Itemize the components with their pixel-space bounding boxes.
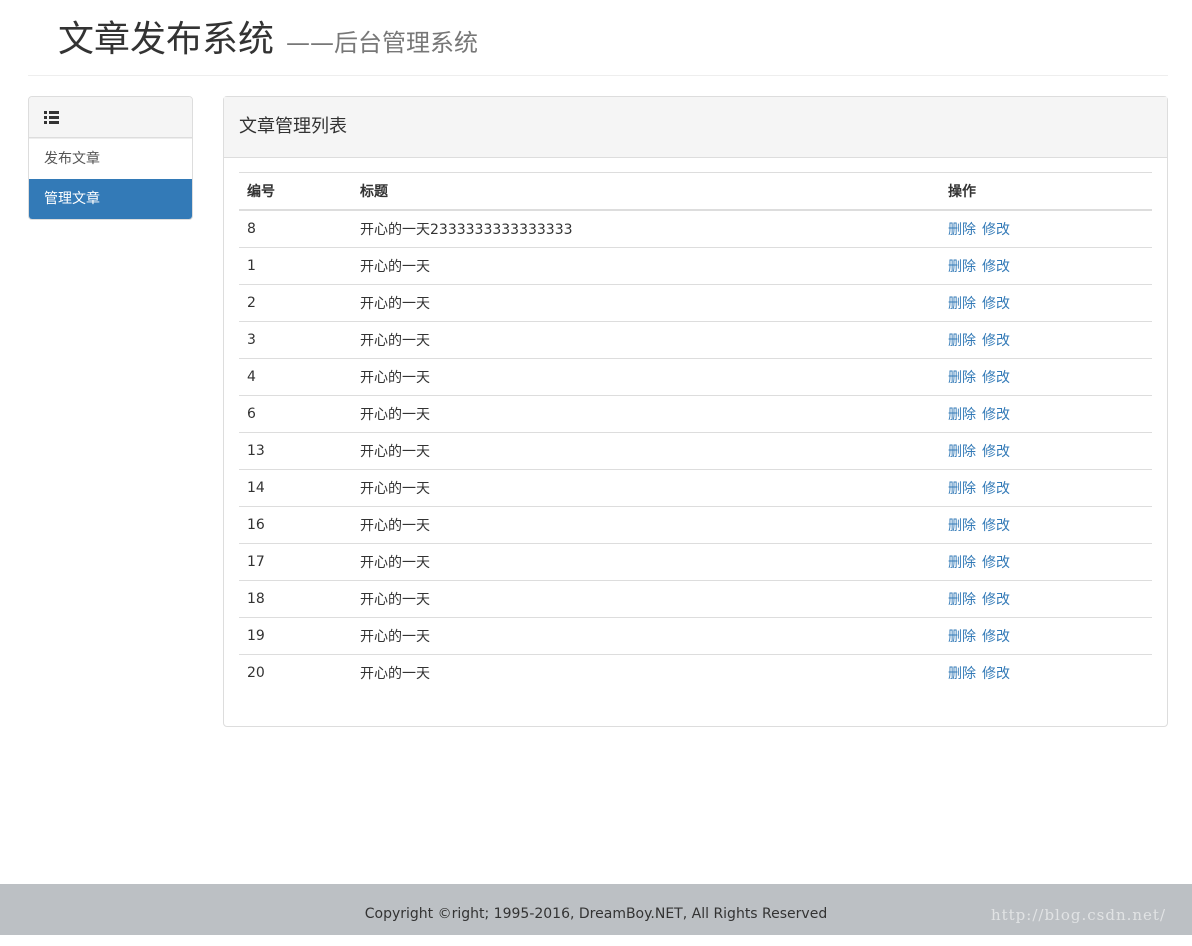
article-id: 6 [239,395,352,433]
delete-link[interactable]: 删除 [948,666,976,682]
sidebar-item-manage-articles[interactable]: 管理文章 [29,179,192,219]
delete-link[interactable]: 删除 [948,444,976,460]
panel-heading: 文章管理列表 [224,97,1167,158]
article-id: 1 [239,247,352,285]
article-actions: 删除 修改 [940,617,1152,655]
article-title: 开心的一天 [352,432,940,470]
article-id: 4 [239,358,352,396]
delete-link[interactable]: 删除 [948,333,976,349]
delete-link[interactable]: 删除 [948,629,976,645]
edit-link[interactable]: 修改 [982,518,1010,534]
table-row: 1 开心的一天 删除 修改 [239,247,1152,285]
article-title: 开心的一天 [352,284,940,322]
table-row: 6 开心的一天 删除 修改 [239,395,1152,433]
table-row: 20 开心的一天 删除 修改 [239,654,1152,691]
article-id: 2 [239,284,352,322]
article-actions: 删除 修改 [940,506,1152,544]
edit-link[interactable]: 修改 [982,481,1010,497]
column-header-id: 编号 [239,172,352,211]
page-header: 文章发布系统 ——后台管理系统 [28,0,1168,76]
edit-link[interactable]: 修改 [982,259,1010,275]
article-id: 3 [239,321,352,359]
edit-link[interactable]: 修改 [982,333,1010,349]
delete-link[interactable]: 删除 [948,555,976,571]
table-row: 8 开心的一天2333333333333333 删除 修改 [239,210,1152,248]
edit-link[interactable]: 修改 [982,296,1010,312]
article-actions: 删除 修改 [940,543,1152,581]
table-row: 3 开心的一天 删除 修改 [239,321,1152,359]
article-title: 开心的一天 [352,506,940,544]
watermark: http://blog.csdn.net/ [990,906,1166,924]
article-actions: 删除 修改 [940,469,1152,507]
table-row: 4 开心的一天 删除 修改 [239,358,1152,396]
article-title: 开心的一天2333333333333333 [360,222,573,238]
article-title: 开心的一天 [352,395,940,433]
list-icon [44,111,59,124]
article-id: 13 [239,432,352,470]
delete-link[interactable]: 删除 [948,222,976,238]
edit-link[interactable]: 修改 [982,444,1010,460]
article-title: 开心的一天 [352,617,940,655]
article-actions: 删除 修改 [940,432,1152,470]
edit-link[interactable]: 修改 [982,629,1010,645]
article-table: 编号 标题 操作 8 开心的一天2333333333333333 删除 修改 1 开心的一… [239,172,1152,691]
article-id: 16 [239,506,352,544]
edit-link[interactable]: 修改 [982,592,1010,608]
table-row: 18 开心的一天 删除 修改 [239,580,1152,618]
delete-link[interactable]: 删除 [948,259,976,275]
article-title: 开心的一天 [352,358,940,396]
edit-link[interactable]: 修改 [982,222,1010,238]
article-title: 开心的一天 [352,469,940,507]
article-id: 14 [239,469,352,507]
table-row: 14 开心的一天 删除 修改 [239,469,1152,507]
article-id: 18 [239,580,352,618]
article-actions: 删除 修改 [940,284,1152,322]
column-header-title: 标题 [352,172,940,211]
table-row: 2 开心的一天 删除 修改 [239,284,1152,322]
edit-link[interactable]: 修改 [982,407,1010,423]
table-row: 17 开心的一天 删除 修改 [239,543,1152,581]
article-actions: 删除 修改 [940,210,1152,248]
delete-link[interactable]: 删除 [948,370,976,386]
edit-link[interactable]: 修改 [982,370,1010,386]
delete-link[interactable]: 删除 [948,481,976,497]
article-title: 开心的一天 [352,580,940,618]
table-row: 19 开心的一天 删除 修改 [239,617,1152,655]
panel-title: 文章管理列表 [239,116,347,137]
copyright-text: Copyright ©right; 1995-2016, DreamBoy.NE… [364,906,828,922]
sidebar-item-publish-article[interactable]: 发布文章 [29,138,192,179]
table-header-row: 编号 标题 操作 [239,172,1152,211]
article-title: 开心的一天 [352,247,940,285]
article-list-panel: 文章管理列表 编号 标题 操作 8 开心的一天2333333333333333 删除… [223,96,1168,727]
article-id: 17 [239,543,352,581]
article-actions: 删除 修改 [940,654,1152,691]
delete-link[interactable]: 删除 [948,296,976,312]
article-actions: 删除 修改 [940,580,1152,618]
article-title: 开心的一天 [352,654,940,691]
article-title: 开心的一天 [352,543,940,581]
page-title: 文章发布系统 [58,19,275,60]
article-actions: 删除 修改 [940,395,1152,433]
article-actions: 删除 修改 [940,321,1152,359]
table-row: 13 开心的一天 删除 修改 [239,432,1152,470]
article-id: 19 [239,617,352,655]
article-id: 8 [247,221,256,237]
footer: Copyright ©right; 1995-2016, DreamBoy.NE… [0,884,1192,935]
edit-link[interactable]: 修改 [982,555,1010,571]
sidebar-header [29,97,192,138]
sidebar: 发布文章 管理文章 [28,96,193,220]
article-actions: 删除 修改 [940,247,1152,285]
page-subtitle: ——后台管理系统 [286,29,478,57]
delete-link[interactable]: 删除 [948,407,976,423]
table-row: 16 开心的一天 删除 修改 [239,506,1152,544]
delete-link[interactable]: 删除 [948,592,976,608]
article-title: 开心的一天 [352,321,940,359]
article-id: 20 [239,654,352,691]
column-header-actions: 操作 [940,172,1152,211]
edit-link[interactable]: 修改 [982,666,1010,682]
article-actions: 删除 修改 [940,358,1152,396]
delete-link[interactable]: 删除 [948,518,976,534]
